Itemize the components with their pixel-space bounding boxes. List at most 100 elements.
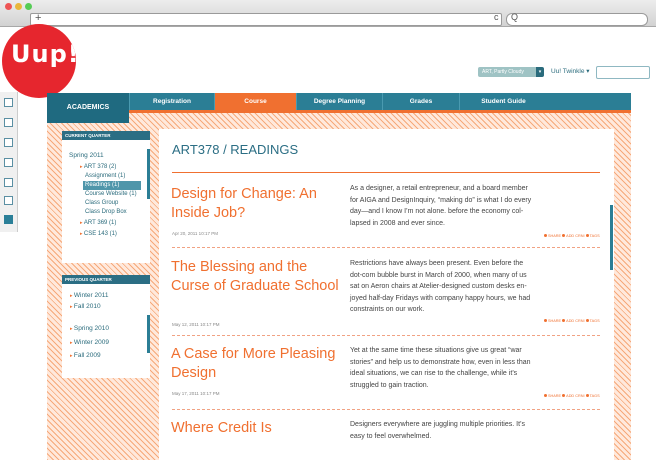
tab-registration[interactable]: Registration bbox=[129, 93, 214, 110]
term-fall-2009[interactable]: ▸ Fall 2009 bbox=[70, 351, 101, 361]
sidebar-item-readings[interactable]: Readings (1) bbox=[83, 181, 141, 190]
comment-icon bbox=[562, 319, 566, 322]
sidebar-item-course-website[interactable]: Course Website (1) bbox=[85, 190, 137, 199]
tab-course[interactable]: Course bbox=[214, 93, 296, 110]
article-date: May 17, 2011 10:17 PM bbox=[172, 391, 220, 396]
excerpt-line: As a designer, a retail entrepreneur, an… bbox=[350, 185, 528, 192]
logo-text: Uup! bbox=[11, 40, 76, 68]
article-actions: SHARE ADD CRNI TAGS bbox=[544, 319, 600, 323]
close-window-icon[interactable] bbox=[5, 3, 12, 10]
text-icon[interactable] bbox=[4, 158, 13, 167]
article-divider bbox=[172, 247, 600, 248]
grid-icon[interactable] bbox=[4, 215, 13, 224]
term-label: Winter 2009 bbox=[73, 339, 109, 346]
article-title[interactable]: Where Credit Is bbox=[171, 419, 371, 438]
share-icon bbox=[544, 234, 547, 237]
article-divider bbox=[172, 409, 600, 410]
reload-icon[interactable]: c bbox=[494, 12, 499, 22]
copy-icon[interactable] bbox=[4, 178, 13, 187]
tags-link[interactable]: TAGS bbox=[590, 319, 600, 323]
article-excerpt: As a designer, a retail entrepreneur, an… bbox=[350, 183, 598, 229]
excerpt-line: dot-com bubble burst in March of 2000, w… bbox=[350, 271, 527, 279]
term-spring-2011[interactable]: Spring 2011 bbox=[69, 151, 104, 160]
article-actions: SHARE ADD CRNI TAGS bbox=[544, 234, 600, 238]
zoom-window-icon[interactable] bbox=[25, 3, 32, 10]
archive-icon[interactable] bbox=[4, 196, 13, 205]
tab-grades[interactable]: Grades bbox=[382, 93, 459, 110]
tab-student-guide[interactable]: Student Guide bbox=[459, 93, 547, 110]
course-label: ART 378 (2) bbox=[83, 164, 117, 170]
article-divider bbox=[172, 335, 600, 336]
chevron-down-icon[interactable]: ▾ bbox=[536, 67, 544, 77]
excerpt-line: joyed half-day Fridays with company happ… bbox=[350, 294, 531, 302]
comment-icon bbox=[562, 394, 566, 397]
panel-heading: PREVIOUS QUARTER bbox=[62, 275, 150, 284]
site-logo[interactable]: Uup! bbox=[2, 24, 76, 98]
nav-accent-strip bbox=[129, 110, 631, 113]
browser-search-field[interactable] bbox=[506, 13, 648, 26]
excerpt-line: constraints on our work. bbox=[350, 306, 425, 314]
excerpt-line: Designers everywhere are juggling multip… bbox=[350, 421, 525, 428]
course-art378[interactable]: ▸ ART 378 (2) bbox=[80, 163, 116, 172]
tag-icon bbox=[585, 394, 589, 397]
term-label: Fall 2009 bbox=[73, 352, 101, 359]
academics-label[interactable]: ACADEMICS bbox=[47, 93, 129, 123]
excerpt-line: struggled to gain traction. bbox=[350, 381, 429, 389]
article-excerpt: Yet at the same time these situations gi… bbox=[350, 345, 598, 391]
panel-heading: CURRENT QUARTER bbox=[62, 131, 150, 140]
excerpt-line: Restrictions have always been present. E… bbox=[350, 260, 524, 267]
tag-icon bbox=[585, 234, 589, 237]
tags-link[interactable]: TAGS bbox=[590, 394, 600, 398]
site-search-input[interactable] bbox=[596, 66, 650, 79]
sidebar-item-class-drop-box[interactable]: Class Drop Box bbox=[85, 208, 127, 217]
share-icon bbox=[544, 394, 547, 397]
term-spring-2010[interactable]: ▸ Spring 2010 bbox=[70, 324, 109, 334]
share-link[interactable]: SHARE bbox=[548, 319, 561, 323]
sidebar-item-class-group[interactable]: Class Group bbox=[85, 199, 118, 208]
page-title: ART378 / READINGS bbox=[172, 142, 299, 157]
excerpt-line: day—and I know I’m not alone. before the… bbox=[350, 208, 524, 216]
term-winter-2011[interactable]: ▸ Winter 2011 bbox=[70, 291, 108, 301]
term-winter-2009[interactable]: ▸ Winter 2009 bbox=[70, 338, 109, 348]
new-tab-icon[interactable]: + bbox=[35, 11, 41, 25]
term-fall-2010[interactable]: ▸ Fall 2010 bbox=[70, 302, 101, 312]
panel-scrollbar[interactable] bbox=[147, 315, 150, 353]
article-title[interactable]: Design for Change: An Inside Job? bbox=[171, 185, 341, 223]
user-menu[interactable]: Uu! Twinkle ▾ bbox=[551, 66, 590, 78]
panel-scrollbar[interactable] bbox=[147, 149, 150, 199]
content-scrollbar[interactable] bbox=[610, 205, 613, 270]
term-label: Fall 2010 bbox=[73, 303, 101, 310]
article-excerpt: Designers everywhere are juggling multip… bbox=[350, 419, 598, 442]
course-label: ART 369 (1) bbox=[83, 220, 117, 226]
user-name: Uu! Twinkle bbox=[551, 68, 585, 75]
term-label: Spring 2010 bbox=[73, 325, 109, 332]
article-excerpt: Restrictions have always been present. E… bbox=[350, 258, 598, 316]
article-title[interactable]: A Case for More Pleasing Design bbox=[171, 345, 341, 383]
add-comment-link[interactable]: ADD CRNI bbox=[566, 234, 584, 238]
share-link[interactable]: SHARE bbox=[548, 394, 561, 398]
share-icon bbox=[544, 319, 547, 322]
share-link[interactable]: SHARE bbox=[548, 234, 561, 238]
title-divider bbox=[172, 172, 600, 173]
weather-widget[interactable]: ART, Partly Cloudy bbox=[478, 67, 542, 77]
browser-toolbar: + c Q bbox=[0, 0, 656, 27]
minimize-window-icon[interactable] bbox=[15, 3, 22, 10]
add-comment-link[interactable]: ADD CRNI bbox=[566, 394, 584, 398]
address-bar[interactable] bbox=[30, 13, 502, 26]
search-icon: Q bbox=[511, 12, 519, 22]
tab-degree-planning[interactable]: Degree Planning bbox=[296, 93, 382, 110]
course-cse143[interactable]: ▸ CSE 143 (1) bbox=[80, 230, 117, 239]
app-dock bbox=[0, 92, 18, 232]
document-icon[interactable] bbox=[4, 118, 13, 127]
download-icon[interactable] bbox=[4, 98, 13, 107]
article-title[interactable]: The Blessing and the Curse of Graduate S… bbox=[171, 258, 341, 296]
sidebar-item-assignment[interactable]: Assignment (1) bbox=[85, 172, 125, 181]
excerpt-line: easy to feel overwhelmed. bbox=[350, 432, 432, 440]
excerpt-line: stories” and help us to demonstrate how,… bbox=[350, 358, 531, 366]
course-art369[interactable]: ▸ ART 369 (1) bbox=[80, 219, 116, 228]
article-actions: SHARE ADD CRNI TAGS bbox=[544, 394, 600, 398]
tag-icon bbox=[585, 319, 589, 322]
rss-icon[interactable] bbox=[4, 138, 13, 147]
add-comment-link[interactable]: ADD CRNI bbox=[566, 319, 584, 323]
tags-link[interactable]: TAGS bbox=[590, 234, 600, 238]
